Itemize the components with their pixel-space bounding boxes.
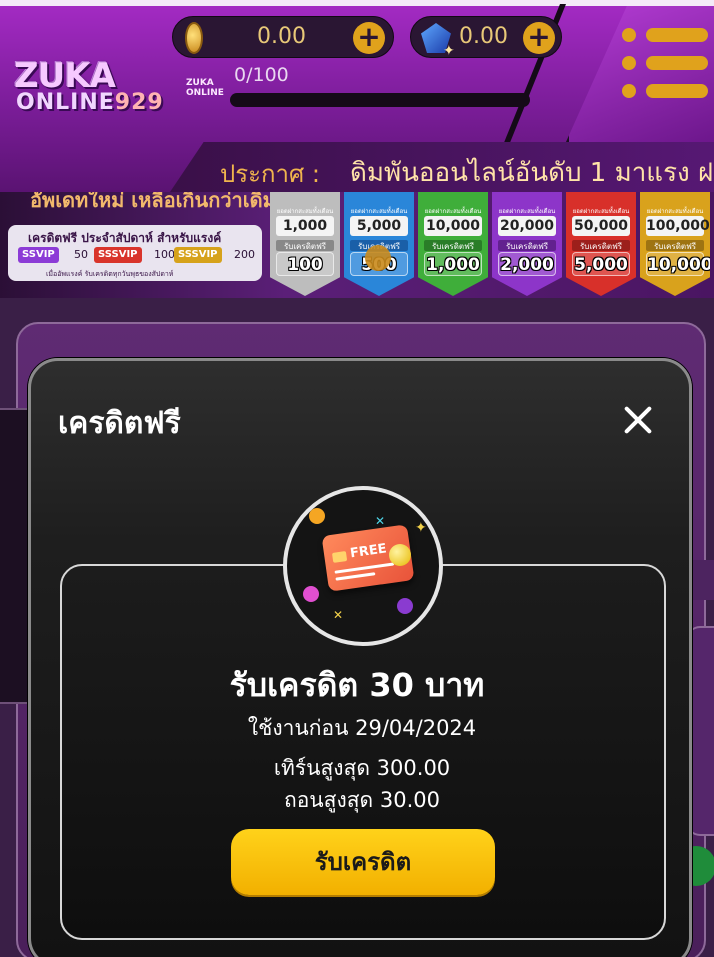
tier-free: 1,000	[424, 252, 482, 276]
coin-icon	[185, 22, 203, 54]
ball-icon	[397, 598, 413, 614]
tier-amount: 50,000	[572, 216, 630, 236]
ball-icon	[303, 586, 319, 602]
carousel-indicator	[365, 245, 391, 271]
sparkle-icon: ✦	[443, 43, 455, 59]
tier-amount: 1,000	[276, 216, 334, 236]
rank-value: 100	[154, 248, 175, 261]
top-header: 0.00 + ✦ 0.00 + ZUKA ONLINE929 ZUKA ONLI…	[0, 0, 714, 192]
tier-card: ยอดฝากสะสมทั้งเดือน 5,000 รับเครดิตฟรี 5…	[344, 192, 414, 296]
weekly-credit-card: เครดิตฟรี ประจำสัปดาห์ สำหรับแรงค์ SSVIP…	[8, 225, 262, 281]
hamburger-menu-icon[interactable]	[622, 28, 708, 98]
coin-balance: 0.00	[257, 24, 306, 49]
tier-amount: 10,000	[424, 216, 482, 236]
gem-balance-pill: ✦ 0.00 +	[410, 16, 562, 59]
level-progress-bar	[230, 93, 530, 107]
tier-card: ยอดฝากสะสมทั้งเดือน 10,000 รับเครดิตฟรี …	[418, 192, 488, 296]
coin-balance-pill: 0.00 +	[172, 16, 394, 58]
add-gem-button[interactable]: +	[523, 22, 555, 54]
rank-chip: SSVIP	[18, 247, 59, 263]
gem-balance: 0.00	[459, 24, 508, 49]
claim-credit-button[interactable]: รับเครดิต	[231, 829, 495, 895]
close-icon[interactable]	[618, 400, 658, 440]
rank-chip: SSSVIP	[174, 247, 222, 263]
reward-expiry: ใช้งานก่อน 29/04/2024	[247, 716, 477, 740]
tier-card: ยอดฝากสะสมทั้งเดือน 100,000 รับเครดิตฟรี…	[640, 192, 710, 296]
logo-subword: ONLINE929	[16, 90, 164, 115]
emoji-icon	[309, 508, 325, 524]
promo-banner[interactable]: อัพเดทใหม่ เหลือเกินกว่าเดิม เครดิตฟรี ป…	[0, 192, 714, 298]
tier-amount: 100,000	[646, 216, 710, 236]
announcement-label: ประกาศ :	[220, 160, 320, 188]
tier-free: 10,000	[646, 252, 710, 276]
modal-title: เครดิตฟรี	[58, 406, 181, 441]
add-coin-button[interactable]: +	[353, 22, 385, 54]
rank-value: 200	[234, 248, 255, 261]
weekly-credit-note: เมื่ออัพแรงค์ รับเครดิตทุกวันพุธของสัปดา…	[46, 270, 174, 278]
reward-turnover: เทิร์นสูงสุด 300.00	[273, 756, 451, 780]
status-strip	[0, 0, 714, 6]
reward-title: รับเครดิต 30 บาท	[229, 666, 485, 704]
coin-icon	[389, 544, 411, 566]
tier-amount: 5,000	[350, 216, 408, 236]
tier-card: ยอดฝากสะสมทั้งเดือน 50,000 รับเครดิตฟรี …	[566, 192, 636, 296]
reward-withdraw-limit: ถอนสูงสุด 30.00	[283, 788, 440, 812]
banner-heading: อัพเดทใหม่ เหลือเกินกว่าเดิม	[30, 192, 276, 212]
announcement-marquee: ดิมพันออนไลน์อันดับ 1 มาแรง ฝา	[350, 158, 714, 188]
level-progress-text: 0/100	[234, 64, 289, 86]
tier-free: 5,000	[572, 252, 630, 276]
rank-chip: SSSVIP	[94, 247, 142, 263]
tier-free: 2,000	[498, 252, 556, 276]
sparkle-icon: ✕	[375, 514, 386, 528]
weekly-credit-title: เครดิตฟรี ประจำสัปดาห์ สำหรับแรงค์	[28, 231, 222, 245]
tier-free: 100	[276, 252, 334, 276]
sparkle-icon: ✕	[333, 608, 344, 622]
free-credit-illustration: ✕ ✦ FREE ✕	[283, 486, 443, 646]
tier-card: ยอดฝากสะสมทั้งเดือน 1,000 รับเครดิตฟรี 1…	[270, 192, 340, 296]
tier-card: ยอดฝากสะสมทั้งเดือน 20,000 รับเครดิตฟรี …	[492, 192, 562, 296]
rank-value: 50	[74, 248, 88, 261]
tier-amount: 20,000	[498, 216, 556, 236]
zuka-logo[interactable]: ZUKA ONLINE929	[14, 56, 172, 124]
rank-badge-logo: ZUKA ONLINE	[186, 78, 224, 98]
star-icon: ✦	[415, 520, 427, 536]
